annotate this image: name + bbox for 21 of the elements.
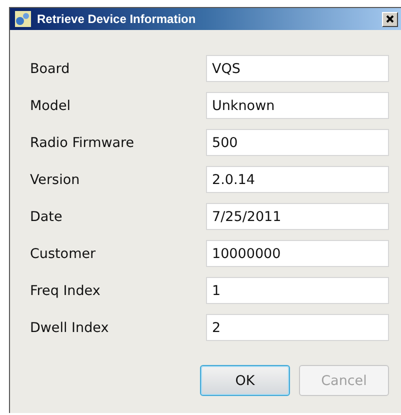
field-label: Version [30, 172, 81, 188]
field-label: Model [30, 98, 72, 114]
ok-button[interactable]: OK [200, 365, 290, 396]
input-field[interactable]: 2.0.14 [206, 166, 389, 193]
field-label: Date [30, 208, 64, 224]
input-field[interactable]: 7/25/2011 [206, 203, 389, 230]
input-field[interactable]: 10000000 [206, 240, 389, 267]
input-field[interactable]: 2 [206, 314, 389, 341]
field-label: Customer [30, 246, 97, 262]
input-field[interactable]: Unknown [206, 92, 389, 119]
app-icon [15, 11, 31, 27]
field-label: Freq Index [30, 282, 102, 298]
input-field[interactable]: VQS [206, 55, 389, 82]
window-title: Retrieve Device Information [37, 12, 197, 26]
field-label: Radio Firmware [30, 134, 136, 150]
input-field[interactable]: 1 [206, 277, 389, 304]
close-button[interactable] [382, 12, 398, 26]
close-icon [386, 15, 394, 23]
field-label: Dwell Index [30, 320, 110, 336]
input-field[interactable]: 500 [206, 129, 389, 156]
field-label: Board [30, 60, 71, 76]
